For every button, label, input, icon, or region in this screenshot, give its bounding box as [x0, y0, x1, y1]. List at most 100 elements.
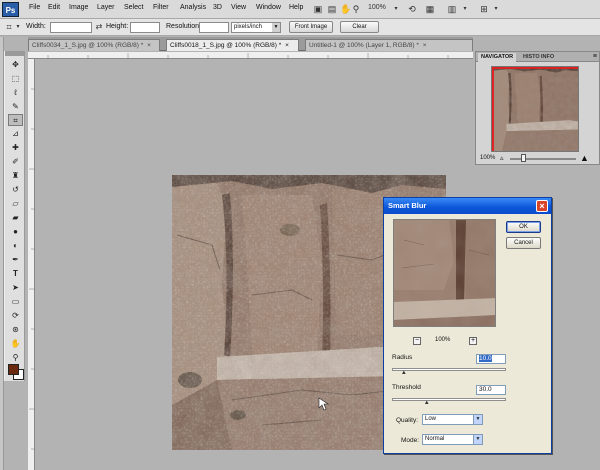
crop-tool-icon[interactable]: ⌗	[3, 20, 15, 34]
screen-mode-icon[interactable]: ⊞	[477, 2, 491, 16]
foreground-color-swatch[interactable]	[8, 364, 19, 375]
menu-image[interactable]: Image	[69, 4, 88, 11]
tools-panel-grip[interactable]	[5, 51, 25, 56]
zoom-tool-icon[interactable]: ⚲	[8, 352, 23, 364]
close-icon[interactable]: ×	[285, 42, 289, 49]
marquee-tool-icon[interactable]: ⬚	[8, 73, 23, 85]
dialog-titlebar[interactable]: Smart Blur ×	[384, 198, 551, 214]
options-bar: ⌗ ▾ Width: ⇄ Height: Resolution: pixels/…	[0, 19, 600, 36]
zoom-level[interactable]: 100%	[368, 4, 386, 11]
menu-analysis[interactable]: Analysis	[180, 4, 206, 11]
mode-select[interactable]: Normal ▼	[422, 434, 483, 445]
menu-edit[interactable]: Edit	[48, 4, 60, 11]
radius-input[interactable]: 10.0	[476, 354, 506, 364]
navigator-zoom-slider[interactable]	[510, 158, 576, 160]
menu-layer[interactable]: Layer	[97, 4, 115, 11]
quick-select-tool-icon[interactable]: ✎	[8, 101, 23, 113]
width-input[interactable]	[50, 22, 92, 33]
pen-tool-icon[interactable]: ✒	[8, 254, 23, 266]
panel-menu-icon[interactable]: ≡	[593, 52, 597, 61]
tab-info[interactable]: INFO	[538, 53, 557, 62]
front-image-button[interactable]: Front Image	[289, 21, 333, 33]
cancel-button[interactable]: Cancel	[506, 237, 541, 249]
chevron-down-icon[interactable]: ▾	[15, 20, 21, 34]
arrange-documents-icon[interactable]: ▥	[445, 2, 459, 16]
navigator-zoom-slider-thumb[interactable]	[521, 154, 526, 162]
quality-label: Quality:	[396, 417, 419, 424]
clone-stamp-tool-icon[interactable]: ♜	[8, 170, 23, 182]
radius-slider-track[interactable]	[392, 368, 506, 371]
extras-icon[interactable]: ▦	[424, 2, 436, 16]
smart-blur-dialog: Smart Blur × OK Cancel − 100% + Radius 1…	[383, 197, 552, 454]
path-select-tool-icon[interactable]: ➤	[8, 282, 23, 294]
tab-cliffs0018[interactable]: Cliffs0018_1_S.jpg @ 100% (RGB/8) * ×	[166, 39, 299, 51]
menu-view[interactable]: View	[231, 4, 246, 11]
hand-tool-icon[interactable]: ✋	[8, 338, 23, 350]
width-label: Width:	[26, 23, 46, 30]
menu-help[interactable]: Help	[289, 4, 303, 11]
menu-select[interactable]: Select	[124, 4, 143, 11]
quality-value: Low	[425, 416, 437, 422]
shape-tool-icon[interactable]: ▭	[8, 296, 23, 308]
vertical-ruler[interactable]	[28, 59, 35, 470]
zoom-tool-icon[interactable]: ⚲	[351, 2, 361, 16]
quality-select[interactable]: Low ▼	[422, 414, 483, 425]
3d-orbit-tool-icon[interactable]: ⊛	[8, 324, 23, 336]
chevron-down-icon[interactable]: ▾	[393, 2, 399, 16]
tab-navigator[interactable]: NAVIGATOR	[478, 53, 517, 62]
close-icon[interactable]: ×	[536, 200, 548, 212]
history-brush-tool-icon[interactable]: ↺	[8, 184, 23, 196]
clear-button[interactable]: Clear	[340, 21, 379, 33]
menu-file[interactable]: File	[29, 4, 40, 11]
rotate-view-icon[interactable]: ⟲	[407, 2, 417, 16]
navigator-panel-tabs: NAVIGATOR HISTO INFO ≡	[476, 52, 599, 62]
navigator-thumbnail[interactable]	[491, 66, 579, 152]
menu-3d[interactable]: 3D	[213, 4, 222, 11]
navigator-zoom-value[interactable]: 100%	[480, 155, 495, 161]
zoom-out-mountain-icon[interactable]: ▵	[500, 154, 504, 163]
gradient-tool-icon[interactable]: ▰	[8, 212, 23, 224]
mini-bridge-icon[interactable]: ▤	[326, 2, 338, 16]
radius-label: Radius	[392, 354, 413, 361]
zoom-in-button[interactable]: +	[469, 337, 477, 345]
chevron-down-icon[interactable]: ▾	[462, 2, 468, 16]
swap-dimensions-icon[interactable]: ⇄	[95, 20, 103, 34]
navigator-thumbnail-image	[492, 67, 578, 151]
resolution-input[interactable]	[199, 22, 229, 33]
zoom-out-button[interactable]: −	[413, 337, 421, 345]
3d-rotate-tool-icon[interactable]: ⟳	[8, 310, 23, 322]
filter-preview[interactable]	[393, 219, 496, 327]
menu-filter[interactable]: Filter	[153, 4, 169, 11]
threshold-slider-thumb[interactable]: ▲	[424, 400, 430, 406]
resolution-units-select[interactable]: pixels/inch ▼	[231, 22, 281, 33]
threshold-input[interactable]: 30.0	[476, 385, 506, 395]
threshold-slider-track[interactable]	[392, 398, 506, 401]
tab-label: Cliffs0018_1_S.jpg @ 100% (RGB/8) *	[170, 42, 282, 49]
lasso-tool-icon[interactable]: ℓ	[8, 87, 23, 99]
bridge-icon[interactable]: ▣	[312, 2, 324, 16]
close-icon[interactable]: ×	[147, 42, 151, 49]
type-tool-icon[interactable]: T	[8, 268, 23, 280]
chevron-down-icon[interactable]: ▾	[493, 2, 499, 16]
crop-tool-icon[interactable]: ⌗	[8, 114, 23, 126]
close-icon[interactable]: ×	[423, 42, 427, 49]
move-tool-icon[interactable]: ✥	[8, 59, 23, 71]
eyedropper-tool-icon[interactable]: ⊿	[8, 128, 23, 140]
menu-window[interactable]: Window	[256, 4, 281, 11]
zoom-in-mountain-icon[interactable]: ▲	[580, 154, 589, 163]
dodge-tool-icon[interactable]: ◐	[8, 240, 23, 252]
tab-untitled-1[interactable]: Untitled-1 @ 100% (Layer 1, RGB/8) * ×	[305, 39, 473, 51]
healing-brush-tool-icon[interactable]: ✚	[8, 142, 23, 154]
ok-button[interactable]: OK	[506, 221, 541, 233]
resolution-label: Resolution:	[166, 23, 202, 30]
height-input[interactable]	[130, 22, 160, 33]
blur-tool-icon[interactable]: ●	[8, 226, 23, 238]
document-tab-bar: Cliffs0034_1_S.jpg @ 100% (RGB/8) * × Cl…	[28, 37, 473, 51]
radius-slider-thumb[interactable]: ▲	[401, 370, 407, 376]
hand-icon[interactable]: ✋	[340, 2, 351, 16]
preview-zoom-value: 100%	[435, 337, 451, 343]
horizontal-ruler[interactable]	[28, 52, 473, 59]
tab-cliffs0034[interactable]: Cliffs0034_1_S.jpg @ 100% (RGB/8) * ×	[28, 39, 160, 51]
eraser-tool-icon[interactable]: ▱	[8, 198, 23, 210]
brush-tool-icon[interactable]: ✐	[8, 156, 23, 168]
